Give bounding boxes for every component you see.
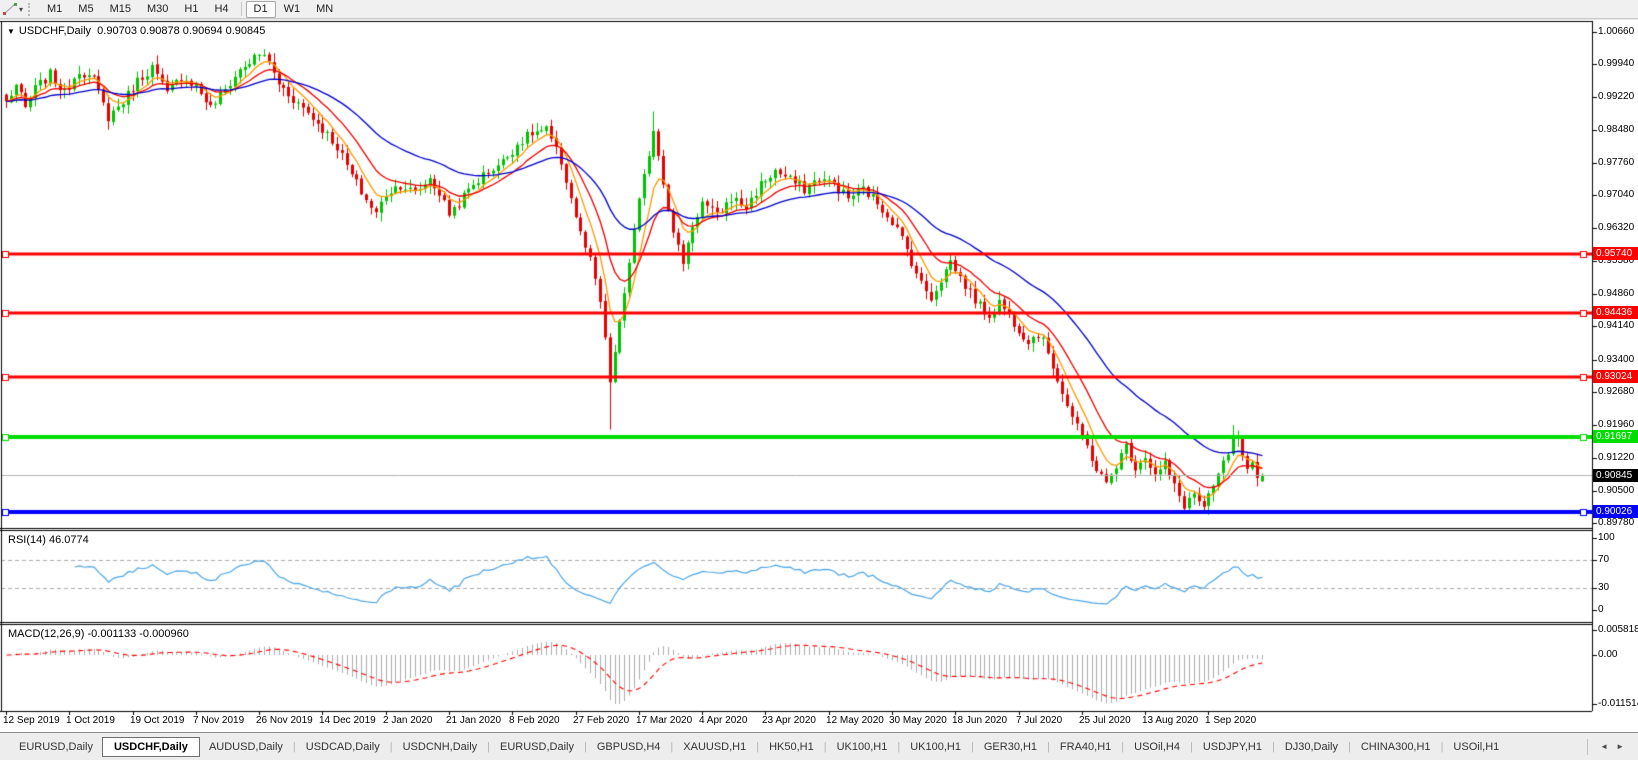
macd-axis-label: 0.00: [1598, 649, 1617, 660]
chart-tab-fra40-h1[interactable]: FRA40,H1: [1051, 738, 1120, 756]
date-axis-label: 8 Feb 2020: [509, 715, 560, 726]
timeframe-button-m15[interactable]: M15: [102, 1, 139, 18]
rsi-axis-label: 100: [1598, 532, 1615, 543]
date-axis-label: 21 Jan 2020: [446, 715, 501, 726]
timeframe-button-m1[interactable]: M1: [39, 1, 70, 18]
date-axis-label: 7 Jul 2020: [1016, 715, 1062, 726]
macd-axis-label: -0.011514: [1598, 698, 1638, 709]
hline-price-badge: 0.91697: [1593, 430, 1638, 443]
chart-tab-gbpusd-h4[interactable]: GBPUSD,H4: [588, 738, 670, 756]
date-axis-label: 1 Oct 2019: [66, 715, 115, 726]
price-axis-label: 0.99940: [1598, 58, 1634, 69]
dropdown-caret-icon[interactable]: ▾: [19, 5, 23, 14]
chart-window: ▼ USDCHF,Daily 0.90703 0.90878 0.90694 0.…: [0, 20, 1638, 732]
price-axis-label: 0.92680: [1598, 386, 1634, 397]
price-axis-label: 0.99220: [1598, 91, 1634, 102]
price-axis-label: 0.93400: [1598, 354, 1634, 365]
chart-tab-uk100-h1[interactable]: UK100,H1: [901, 738, 970, 756]
timeframe-button-h4[interactable]: H4: [206, 1, 236, 18]
rsi-axis-label: 30: [1598, 582, 1609, 593]
hline-price-badge: 0.90026: [1593, 505, 1638, 518]
chart-tab-eurusd-daily[interactable]: EURUSD,Daily: [10, 738, 102, 756]
toolbar-grip: [28, 3, 35, 16]
price-axis-label: 0.97040: [1598, 189, 1634, 200]
chart-tab-usdcad-daily[interactable]: USDCAD,Daily: [297, 738, 389, 756]
date-axis-label: 14 Dec 2019: [319, 715, 376, 726]
rsi-value: 46.0774: [49, 534, 89, 546]
date-axis-label: 23 Apr 2020: [762, 715, 816, 726]
macd-values: -0.001133 -0.000960: [87, 628, 188, 640]
price-axis-label: 0.90500: [1598, 485, 1634, 496]
timeframe-button-m5[interactable]: M5: [70, 1, 101, 18]
timeframe-button-mn[interactable]: MN: [308, 1, 341, 18]
chart-tab-usoil-h1[interactable]: USOil,H1: [1444, 738, 1508, 756]
price-axis-label: 0.91220: [1598, 452, 1634, 463]
timeframe-button-h1[interactable]: H1: [176, 1, 206, 18]
date-axis-label: 12 Sep 2019: [3, 715, 60, 726]
tab-scroll-left-icon[interactable]: ◄: [1596, 742, 1612, 751]
price-axis-label: 0.94140: [1598, 320, 1634, 331]
timeframe-button-m30[interactable]: M30: [139, 1, 176, 18]
chart-tab-ger30-h1[interactable]: GER30,H1: [975, 738, 1046, 756]
current-price-badge: 0.90845: [1593, 469, 1638, 482]
date-axis-label: 17 Mar 2020: [636, 715, 692, 726]
price-axis-label: 0.96320: [1598, 222, 1634, 233]
chart-tab-usdchf-daily[interactable]: USDCHF,Daily: [102, 737, 200, 757]
chart-tab-eurusd-daily[interactable]: EURUSD,Daily: [491, 738, 583, 756]
price-axis-label: 0.98480: [1598, 124, 1634, 135]
toolbar-separator: [241, 2, 242, 16]
price-axis-label: 1.00660: [1598, 26, 1634, 37]
chart-tab-uk100-h1[interactable]: UK100,H1: [828, 738, 897, 756]
chart-tab-usdcnh-daily[interactable]: USDCNH,Daily: [394, 738, 487, 756]
date-axis-label: 1 Sep 2020: [1205, 715, 1256, 726]
timeframe-button-d1[interactable]: D1: [246, 1, 276, 18]
chart-symbol-label: USDCHF,Daily: [19, 25, 91, 37]
tab-list: EURUSD,DailyUSDCHF,DailyAUDUSD,Daily|USD…: [0, 733, 1587, 760]
chart-tab-usoil-h4[interactable]: USOil,H4: [1125, 738, 1189, 756]
macd-indicator-label: MACD(12,26,9) -0.001133 -0.000960: [8, 628, 189, 640]
rsi-indicator-label: RSI(14) 46.0774: [8, 534, 89, 546]
date-axis-label: 26 Nov 2019: [256, 715, 313, 726]
line-studies-icon[interactable]: [2, 2, 18, 16]
price-axis-label: 0.97760: [1598, 157, 1634, 168]
date-axis-label: 30 May 2020: [889, 715, 947, 726]
date-axis-label: 4 Apr 2020: [699, 715, 747, 726]
tab-scroll-arrows: ◄ ►: [1587, 739, 1636, 755]
chart-title: ▼ USDCHF,Daily 0.90703 0.90878 0.90694 0.…: [7, 25, 265, 37]
tab-scroll-right-icon[interactable]: ►: [1612, 742, 1628, 751]
date-axis-label: 2 Jan 2020: [383, 715, 433, 726]
timeframe-button-w1[interactable]: W1: [276, 1, 309, 18]
hline-price-badge: 0.94436: [1593, 306, 1638, 319]
chart-tab-xauusd-h1[interactable]: XAUUSD,H1: [674, 738, 755, 756]
chart-tab-dj30-daily[interactable]: DJ30,Daily: [1276, 738, 1347, 756]
macd-axis-label: 0.005818: [1598, 624, 1638, 635]
date-axis-label: 7 Nov 2019: [193, 715, 244, 726]
chart-dropdown-icon[interactable]: ▼: [7, 27, 15, 36]
chart-tab-usdjpy-h1[interactable]: USDJPY,H1: [1194, 738, 1271, 756]
chart-tab-china300-h1[interactable]: CHINA300,H1: [1352, 738, 1440, 756]
date-axis-label: 13 Aug 2020: [1142, 715, 1198, 726]
date-axis-label: 27 Feb 2020: [573, 715, 629, 726]
hline-price-badge: 0.95740: [1593, 247, 1638, 260]
chart-ohlc-values: 0.90703 0.90878 0.90694 0.90845: [97, 25, 265, 37]
chart-tab-audusd-daily[interactable]: AUDUSD,Daily: [200, 738, 292, 756]
rsi-axis-label: 70: [1598, 554, 1609, 565]
date-axis-label: 12 May 2020: [826, 715, 884, 726]
chart-tab-bar: EURUSD,DailyUSDCHF,DailyAUDUSD,Daily|USD…: [0, 732, 1638, 760]
date-axis-label: 19 Oct 2019: [130, 715, 184, 726]
hline-price-badge: 0.93024: [1593, 370, 1638, 383]
chart-canvas[interactable]: [0, 20, 1638, 732]
price-axis-label: 0.94860: [1598, 288, 1634, 299]
chart-tab-hk50-h1[interactable]: HK50,H1: [760, 738, 823, 756]
date-axis-label: 18 Jun 2020: [952, 715, 1007, 726]
price-axis-label: 0.91960: [1598, 419, 1634, 430]
rsi-axis-label: 0: [1598, 604, 1604, 615]
price-axis-label: 0.89780: [1598, 517, 1634, 528]
date-axis-label: 25 Jul 2020: [1079, 715, 1131, 726]
toolbar: ▾ M1M5M15M30H1H4 D1W1MN: [0, 0, 1638, 19]
